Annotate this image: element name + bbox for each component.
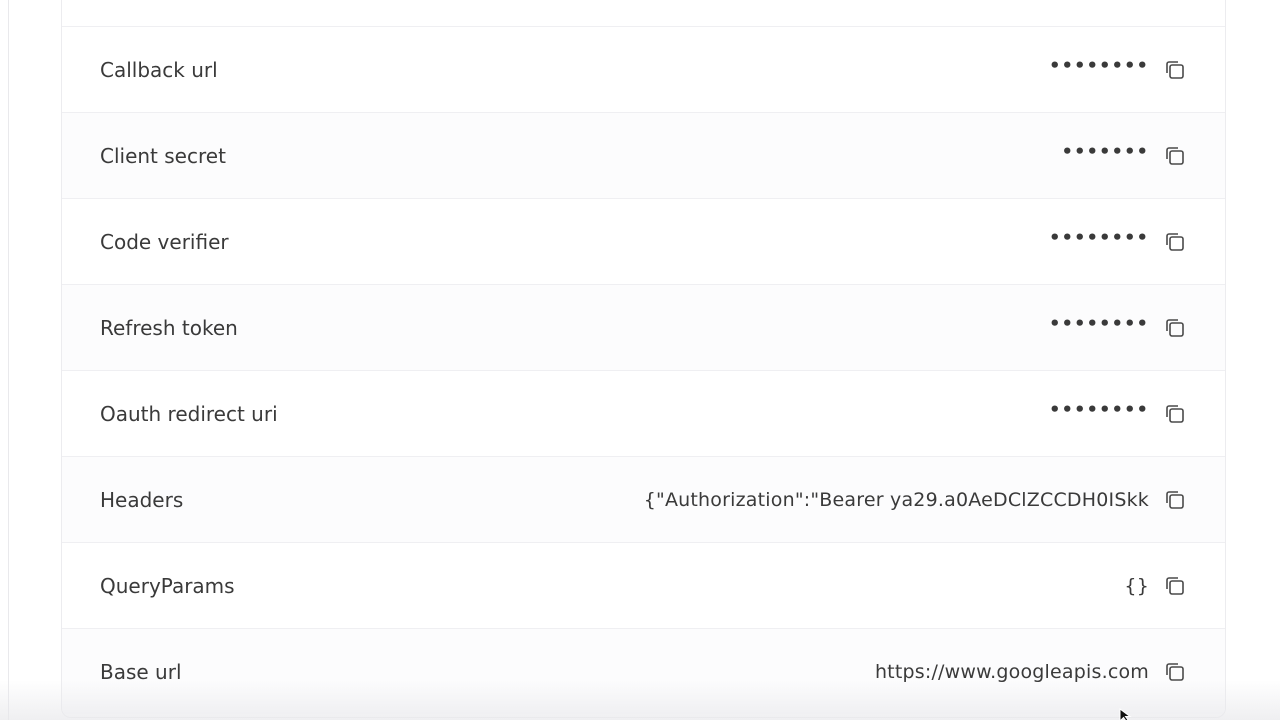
copy-icon[interactable] xyxy=(1161,572,1189,600)
copy-icon[interactable] xyxy=(1161,486,1189,514)
row-value: https://www.googleapis.com xyxy=(874,660,1149,683)
row-value: {} xyxy=(1124,574,1149,597)
copy-icon[interactable] xyxy=(1161,314,1189,342)
row-value: ••••••• xyxy=(1061,140,1149,162)
copy-icon[interactable] xyxy=(1161,56,1189,84)
row-label: Code verifier xyxy=(100,229,229,254)
copy-icon[interactable] xyxy=(1161,228,1189,256)
page: Callback url •••••••• Client secret ••••… xyxy=(0,0,1280,720)
row-base-url: Base url https://www.googleapis.com xyxy=(62,628,1225,714)
row-query-params: QueryParams {} xyxy=(62,542,1225,628)
row-value: •••••••• xyxy=(1048,312,1149,334)
left-divider xyxy=(8,0,9,720)
row-oauth-redirect-uri: Oauth redirect uri •••••••• xyxy=(62,370,1225,456)
row-callback-url: Callback url •••••••• xyxy=(62,26,1225,112)
row-client-secret: Client secret ••••••• xyxy=(62,112,1225,198)
row-label: Refresh token xyxy=(100,315,238,340)
row-refresh-token: Refresh token •••••••• xyxy=(62,284,1225,370)
copy-icon[interactable] xyxy=(1161,658,1189,686)
mouse-cursor-icon xyxy=(1119,708,1132,720)
row-label: Client secret xyxy=(100,143,226,168)
row-value: •••••••• xyxy=(1048,398,1149,420)
credentials-card: Callback url •••••••• Client secret ••••… xyxy=(61,0,1226,718)
row-value: •••••••• xyxy=(1048,54,1149,76)
row-value: {"Authorization":"Bearer ya29.a0AeDClZCC… xyxy=(643,488,1149,511)
row-label: Callback url xyxy=(100,57,218,82)
row-value: •••••••• xyxy=(1048,226,1149,248)
row-label: Headers xyxy=(100,487,184,512)
row-label: QueryParams xyxy=(100,573,235,598)
credentials-list: Callback url •••••••• Client secret ••••… xyxy=(62,26,1225,714)
row-code-verifier: Code verifier •••••••• xyxy=(62,198,1225,284)
row-headers: Headers {"Authorization":"Bearer ya29.a0… xyxy=(62,456,1225,542)
copy-icon[interactable] xyxy=(1161,400,1189,428)
row-label: Oauth redirect uri xyxy=(100,401,278,426)
row-label: Base url xyxy=(100,659,182,684)
copy-icon[interactable] xyxy=(1161,142,1189,170)
